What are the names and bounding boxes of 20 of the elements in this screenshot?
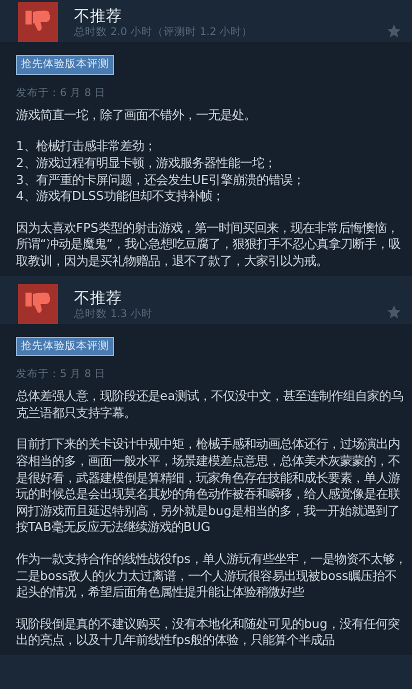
verdict-title: 不推荐: [74, 6, 123, 26]
list-item: 4、游戏有DLSS功能但却不支持补帧；: [16, 188, 225, 205]
review-paragraph: 现阶段倒是真的不建议购买，没有本地化和随处可见的bug，没有任何突出的亮点，以及十几年前线性fps般的体验，只能算个半成品: [16, 616, 400, 649]
review-paragraph: 总体差强人意，现阶段还是ea测试，不仅没中文，甚至连制作组自家的乌克兰语都只支持字幕。: [16, 388, 404, 422]
post-date: 发布于：6 月 8 日: [16, 86, 106, 99]
review-paragraph: 作为一款支持合作的线性战役fps，单人游玩有些坐牢，一是物资不太够，二是boss敌人的火力太过离谱，一个人游玩很容易出现被boss瞩压抬不起头的情况，希望后面角色属性提升能让体验稍微好些: [16, 551, 408, 601]
early-access-tag: 抢先体验版本评测: [16, 336, 114, 356]
thumbs-down-icon: [18, 2, 58, 42]
list-item: 2、游戏过程有明显卡顿，游戏服务器性能一坨；: [16, 154, 277, 172]
review-paragraph: 游戏简直一坨，除了画面不错外，一无是处。: [16, 106, 257, 124]
post-date: 发布于：5 月 8 日: [16, 368, 106, 380]
early-access-tag: 抢先体验版本评测: [16, 55, 114, 75]
review-paragraph: 目前打下来的关卡设计中规中矩，枪械手感和动画总体还行，过场演出内容相当的多，画面一般水平，场景建模差点意思，总体美术灰蒙蒙的，不是很好看，武器建模倒是算精细，玩家角色存在技能和成长要素，单人游玩的时候总是会出现莫名其妙的角色动作被吞和瞬移，给人感觉像是在联网打游戏而且延迟特别高，另外就是bug是相当的多，我一开始就遇到了按TAB毫无反应无法继续游戏的BUG: [16, 436, 401, 536]
list-item: 1、枪械打击感非常差劲；: [16, 138, 157, 155]
review-paragraph: 因为太喜欢FPS类型的射击游戏，第一时间买回来，现在非常后悔懊恼，所谓“冲动是魔鬼”，我心急想吃豆腐了，狠狠打手不忍心真拿刀断手，吸取教训，因为是买礼物赠品，退不了款了，大家引以为戒。: [16, 220, 402, 270]
list-item: 3、有严重的卡屏问题，还会发生UE引擎崩溃的错误；: [16, 172, 306, 188]
playtime-text: 总时数 2.0 小时（评测时 1.2 小时）: [74, 26, 254, 39]
thumbs-down-icon: [18, 284, 58, 324]
playtime-text: 总时数 1.3 小时: [74, 308, 154, 320]
verdict-title: 不推荐: [74, 288, 123, 308]
